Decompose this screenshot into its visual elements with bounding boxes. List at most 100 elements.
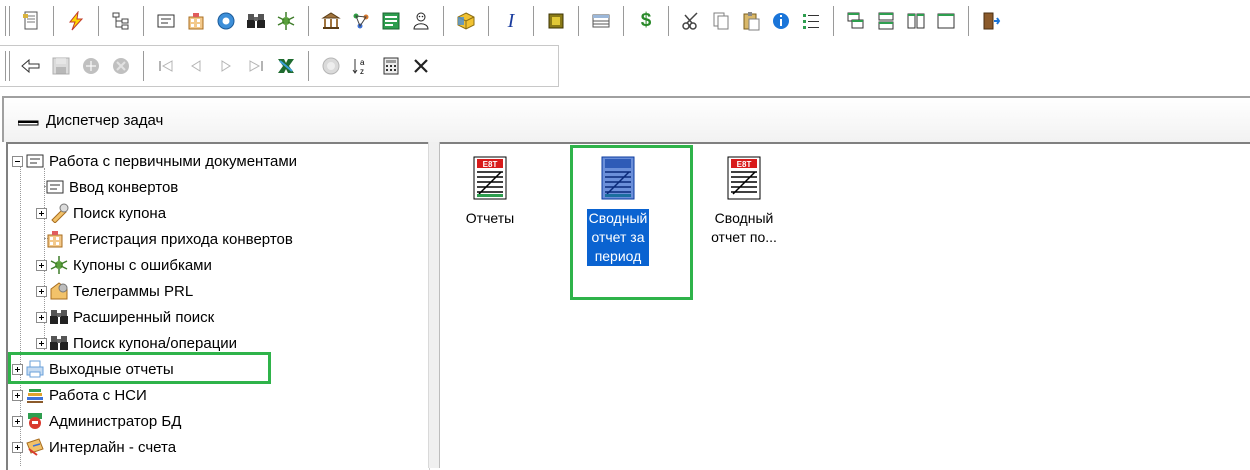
next-icon[interactable] xyxy=(213,52,239,80)
calculator-icon[interactable] xyxy=(378,52,404,80)
expand-toggle[interactable] xyxy=(36,311,47,323)
toolbar-grip[interactable] xyxy=(5,6,10,36)
prev-icon[interactable] xyxy=(183,52,209,80)
save-icon[interactable] xyxy=(48,52,74,80)
window-minimized-icon xyxy=(17,116,40,126)
chip-icon[interactable] xyxy=(543,7,569,35)
bug-icon[interactable] xyxy=(273,7,299,35)
dollar-icon[interactable]: $ xyxy=(633,7,659,35)
lightning-icon[interactable] xyxy=(63,7,89,35)
admin-icon xyxy=(25,411,45,431)
svg-text:E8T: E8T xyxy=(483,160,498,169)
task-tree[interactable]: Работа с первичными документами Ввод кон… xyxy=(6,142,430,470)
delete-icon[interactable] xyxy=(108,52,134,80)
expand-toggle[interactable] xyxy=(12,389,23,401)
user-icon[interactable] xyxy=(408,7,434,35)
tree-item-db-administrator[interactable]: Администратор БД xyxy=(12,408,181,434)
list-icon[interactable] xyxy=(798,7,824,35)
window-title: Диспетчер задач xyxy=(46,111,164,129)
scissors-icon[interactable] xyxy=(678,7,704,35)
tree-item-envelope-entry[interactable]: Ввод конвертов xyxy=(32,174,178,200)
telegram-icon xyxy=(49,281,69,301)
report-grid-icon[interactable] xyxy=(378,7,404,35)
pane-splitter[interactable] xyxy=(428,142,440,468)
task-manager-title-bar[interactable]: Диспетчер задач xyxy=(2,96,1250,142)
expand-toggle[interactable] xyxy=(12,441,23,453)
back-icon[interactable] xyxy=(18,52,44,80)
tree-item-label: Расширенный поиск xyxy=(73,308,215,326)
last-icon[interactable] xyxy=(243,52,269,80)
tree-item-label: Регистрация прихода конвертов xyxy=(69,230,293,248)
report-icon: E8T xyxy=(473,156,507,200)
window-tile-vertical-icon[interactable] xyxy=(903,7,929,35)
main-toolbar: I $ xyxy=(0,2,1250,40)
info-icon[interactable] xyxy=(768,7,794,35)
globe-icon[interactable] xyxy=(213,7,239,35)
caption-line: отчет по... xyxy=(711,229,777,245)
sort-icon[interactable]: az xyxy=(348,52,374,80)
form-icon xyxy=(45,177,65,197)
tree-item-prl-telegrams[interactable]: Телеграммы PRL xyxy=(36,278,193,304)
binoculars-icon xyxy=(49,333,69,353)
first-icon[interactable] xyxy=(153,52,179,80)
excel-icon[interactable] xyxy=(273,52,299,80)
expand-toggle[interactable] xyxy=(36,285,47,297)
tree-item-coupon-search[interactable]: Поиск купона xyxy=(36,200,166,226)
tree-item-label: Купоны с ошибками xyxy=(73,256,212,274)
add-icon[interactable] xyxy=(78,52,104,80)
dollar-label: $ xyxy=(640,10,652,31)
list-item-reports[interactable]: E8T Отчеты xyxy=(440,156,540,228)
binoculars-icon[interactable] xyxy=(243,7,269,35)
italic-icon[interactable]: I xyxy=(498,7,524,35)
window-cascade-icon[interactable] xyxy=(843,7,869,35)
tree-item-label: Поиск купона xyxy=(73,204,167,222)
toolbar-area: I $ az xyxy=(0,0,1250,94)
tree-item-primary-documents[interactable]: Работа с первичными документами xyxy=(12,148,297,174)
building-grid-icon[interactable] xyxy=(183,7,209,35)
tree-item-label: Администратор БД xyxy=(49,412,182,430)
form-icon[interactable] xyxy=(153,7,179,35)
svg-text:z: z xyxy=(360,67,364,76)
expand-toggle[interactable] xyxy=(36,259,47,271)
expand-toggle[interactable] xyxy=(12,415,23,427)
tree-item-envelope-registration[interactable]: Регистрация прихода конвертов xyxy=(32,226,293,252)
document-icon[interactable] xyxy=(18,7,44,35)
collapse-toggle[interactable] xyxy=(12,155,23,167)
tree-item-label: Работа с НСИ xyxy=(49,386,147,404)
toolbar-grip[interactable] xyxy=(5,51,10,81)
cube-icon[interactable] xyxy=(453,7,479,35)
form-icon xyxy=(25,151,45,171)
italic-label: I xyxy=(507,9,515,32)
highlight-output-reports xyxy=(8,352,271,384)
expand-toggle[interactable] xyxy=(36,207,47,219)
window-icon[interactable] xyxy=(933,7,959,35)
navigation-toolbar: az xyxy=(0,45,559,87)
building-grid-icon xyxy=(45,229,65,249)
tree-item-reference-data[interactable]: Работа с НСИ xyxy=(12,382,147,408)
tree-item-interline-accounts[interactable]: Интерлайн - счета xyxy=(12,434,176,460)
report-icon: E8T xyxy=(727,156,761,200)
tree-item-label: Интерлайн - счета xyxy=(49,438,177,456)
interline-icon xyxy=(25,437,45,457)
expand-toggle[interactable] xyxy=(36,337,47,349)
tree-item-coupons-with-errors[interactable]: Купоны с ошибками xyxy=(36,252,212,278)
bank-icon[interactable] xyxy=(318,7,344,35)
task-list[interactable]: E8T Отчеты Сводный отчет за период E8T С… xyxy=(440,142,1250,470)
caption-line: Сводный xyxy=(714,210,774,226)
exit-icon[interactable] xyxy=(978,7,1004,35)
list-item-summary-report-by[interactable]: E8T Сводный отчет по... xyxy=(694,156,794,247)
books-icon xyxy=(25,385,45,405)
paste-icon[interactable] xyxy=(738,7,764,35)
copy-icon[interactable] xyxy=(708,7,734,35)
refresh-icon[interactable] xyxy=(318,52,344,80)
list-item-caption: Сводный отчет по... xyxy=(709,209,779,247)
close-icon[interactable] xyxy=(408,52,434,80)
graph-icon[interactable] xyxy=(348,7,374,35)
window-tile-horizontal-icon[interactable] xyxy=(873,7,899,35)
caption-line: Отчеты xyxy=(465,210,515,226)
table-icon[interactable] xyxy=(588,7,614,35)
highlight-summary-report xyxy=(570,145,693,300)
tree-item-advanced-search[interactable]: Расширенный поиск xyxy=(36,304,214,330)
tree-item-label: Работа с первичными документами xyxy=(49,152,298,170)
tree-icon[interactable] xyxy=(108,7,134,35)
